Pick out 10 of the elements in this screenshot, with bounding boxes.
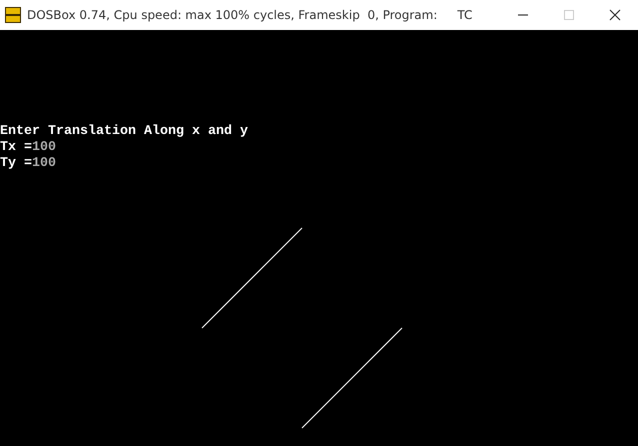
window-title: DOSBox 0.74, Cpu speed: max 100% cycles, Frameskip 0, Program:: [27, 8, 438, 22]
prompt-text: Enter Translation Along x and y: [0, 124, 248, 139]
app-icon: [5, 7, 21, 23]
input-value: 100: [32, 156, 56, 171]
maximize-icon: [563, 9, 575, 21]
input-label: Tx =: [0, 140, 32, 155]
input-value: 100: [32, 140, 56, 155]
close-icon: [609, 9, 621, 21]
input-label: Ty =: [0, 156, 32, 171]
program-name: TC: [457, 8, 472, 22]
